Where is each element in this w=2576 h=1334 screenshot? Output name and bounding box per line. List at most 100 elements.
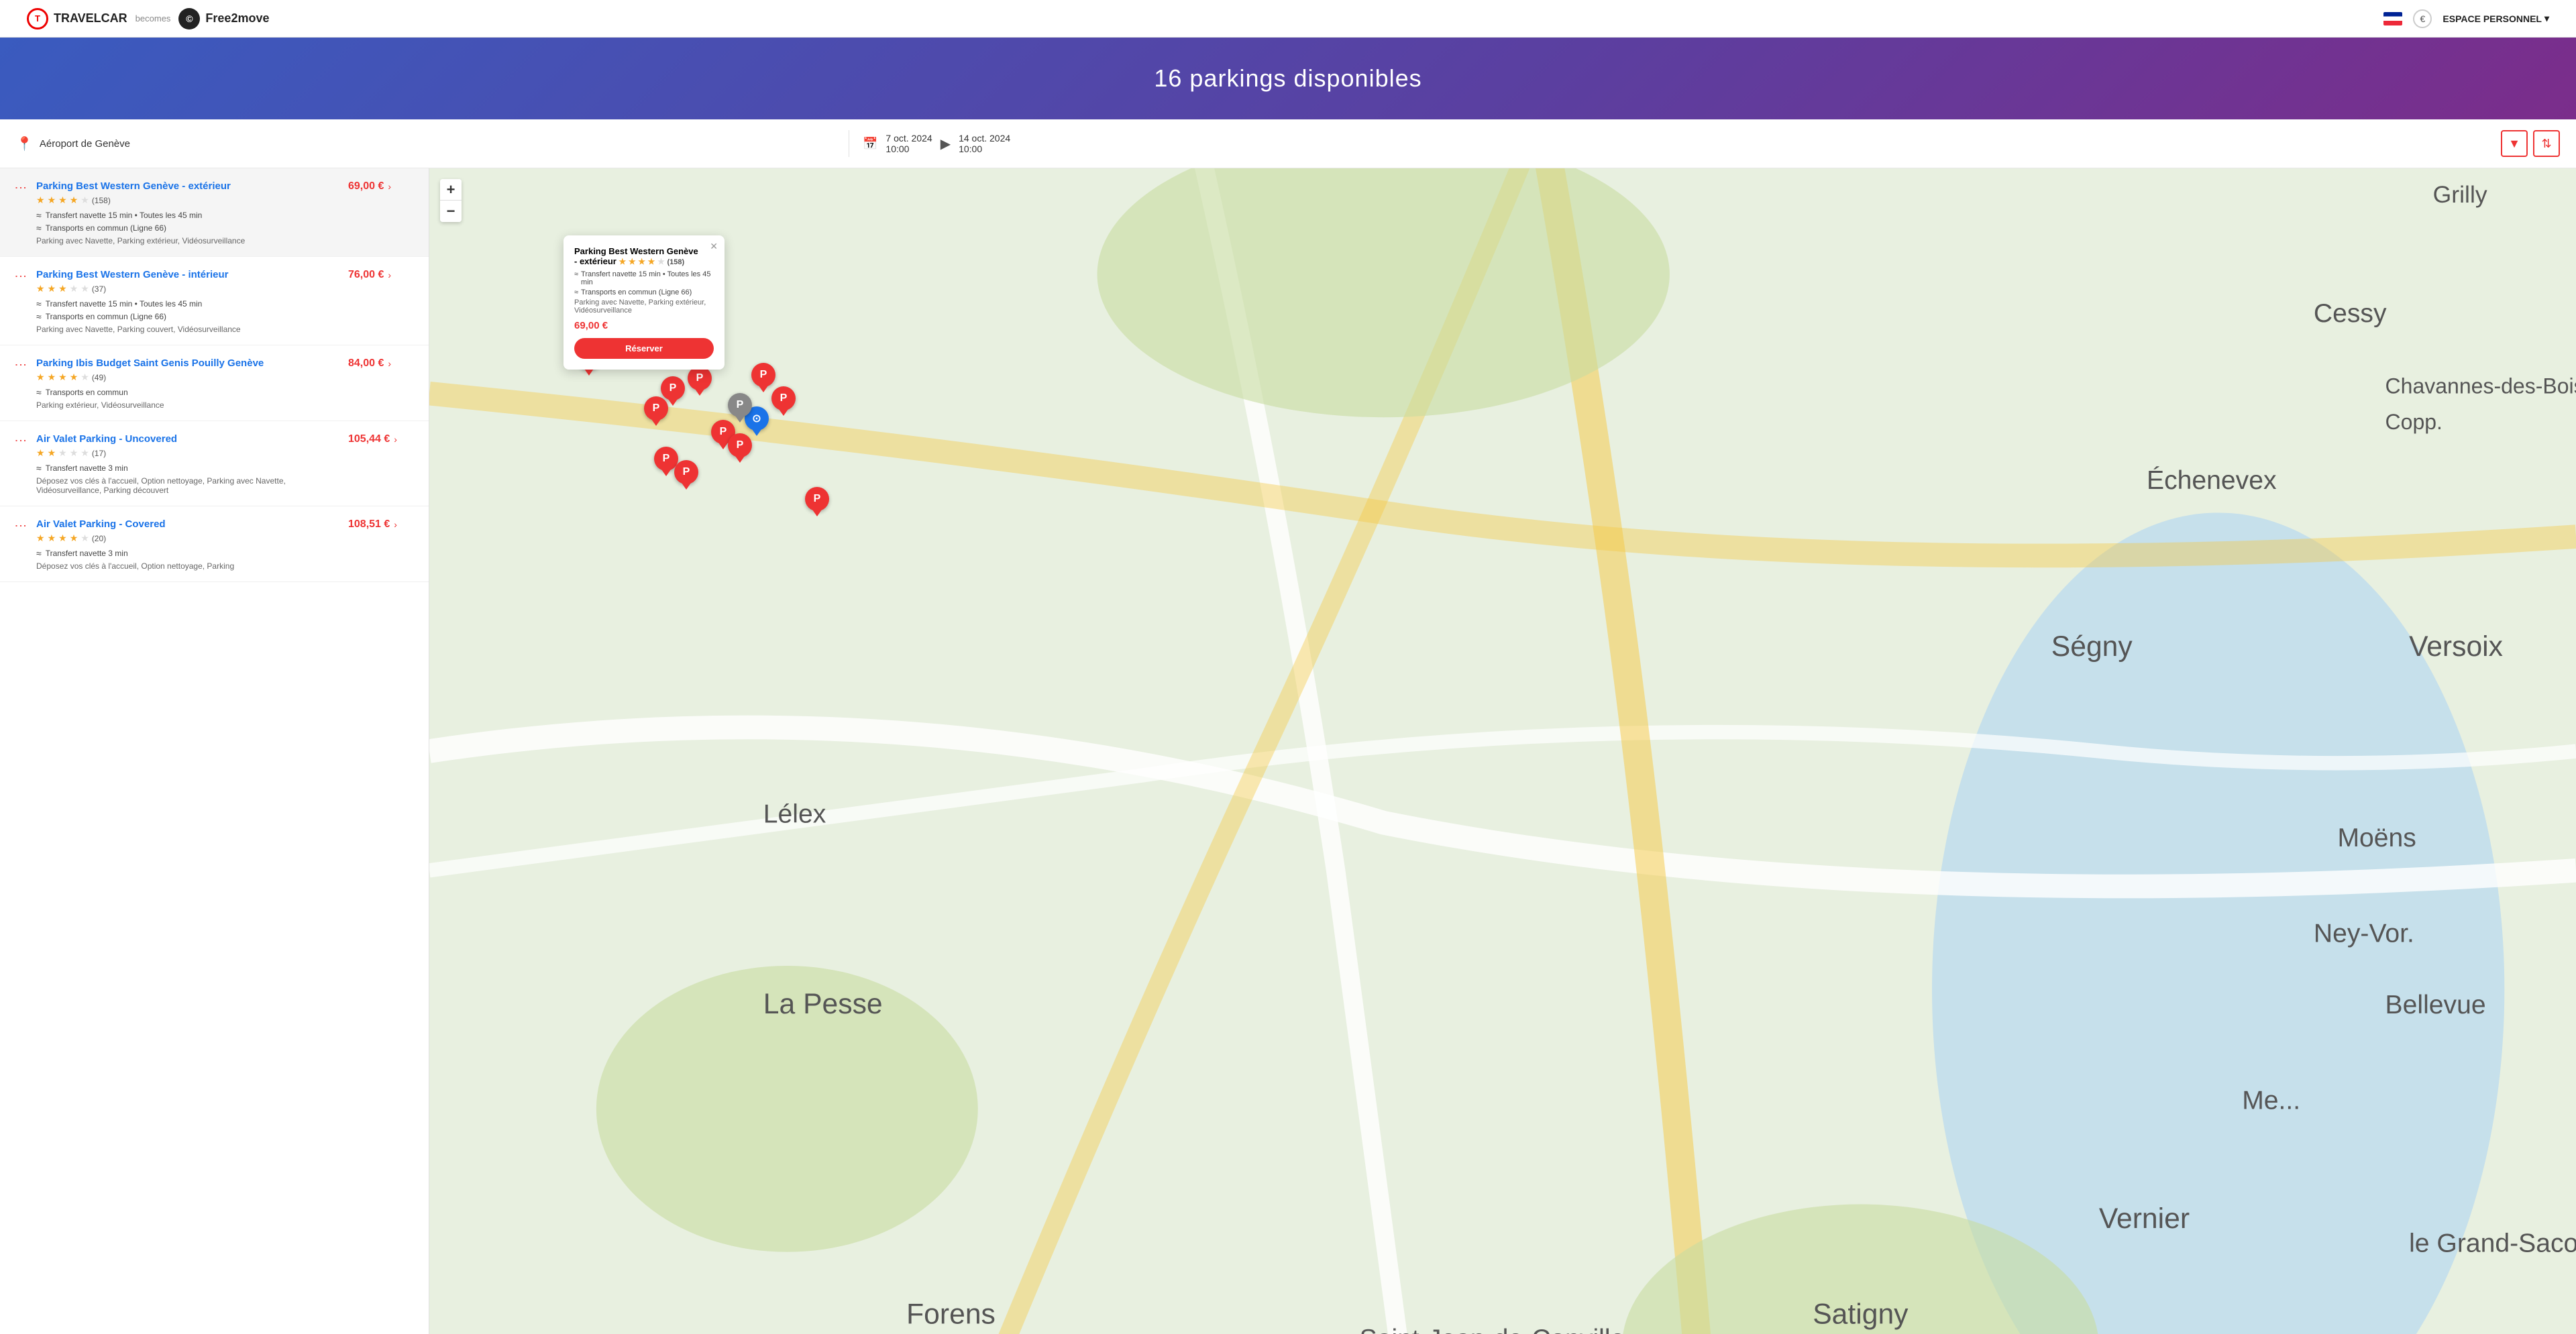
parking-name-link[interactable]: Parking Best Western Genève - intérieur bbox=[36, 269, 340, 280]
price-arrow-icon: › bbox=[388, 181, 391, 192]
svg-text:le Grand-Saconnex: le Grand-Saconnex bbox=[2409, 1229, 2576, 1258]
popup-close-button[interactable]: ✕ bbox=[710, 241, 718, 252]
parking-tags: Parking avec Navette, Parking couvert, V… bbox=[36, 325, 340, 334]
parking-tags: Déposez vos clés à l'accueil, Option net… bbox=[36, 561, 340, 571]
parking-item[interactable]: ⋮ Air Valet Parking - Covered ★ ★ ★ ★ ★ … bbox=[0, 506, 429, 582]
rating-stars: ★ ★ ★ ★ ★ (17) bbox=[36, 447, 340, 459]
map-pin[interactable]: P bbox=[688, 366, 712, 396]
parking-tags: Parking avec Navette, Parking extérieur,… bbox=[36, 236, 340, 245]
currency-badge[interactable]: € bbox=[2413, 9, 2432, 28]
filter-button[interactable]: ▼ bbox=[2501, 130, 2528, 157]
zoom-out-button[interactable]: − bbox=[440, 201, 462, 222]
parking-list: ⋮ Parking Best Western Genève - extérieu… bbox=[0, 168, 429, 1334]
rating-stars: ★ ★ ★ ★ ★ (49) bbox=[36, 372, 340, 383]
map-pin[interactable]: P bbox=[728, 433, 752, 463]
hero-banner: 16 parkings disponibles bbox=[0, 38, 2576, 119]
popup-parking-name: Parking Best Western Genève - extérieur … bbox=[574, 246, 714, 266]
pin-tail-blue bbox=[752, 429, 761, 436]
rating-stars: ★ ★ ★ ★ ★ (20) bbox=[36, 533, 340, 544]
price-arrow-icon: › bbox=[388, 270, 391, 280]
parking-name-link[interactable]: Air Valet Parking - Uncovered bbox=[36, 433, 340, 445]
date-start: 7 oct. 2024 bbox=[885, 133, 932, 144]
parking-item[interactable]: ⋮ Air Valet Parking - Uncovered ★ ★ ★ ★ … bbox=[0, 421, 429, 506]
transport-icon: ≈ bbox=[36, 311, 42, 322]
parking-name-link[interactable]: Air Valet Parking - Covered bbox=[36, 518, 340, 530]
map-pin[interactable]: P bbox=[771, 386, 796, 416]
star-2: ★ bbox=[48, 194, 56, 206]
svg-text:Chavannes-des-Bois: Chavannes-des-Bois bbox=[2385, 374, 2576, 398]
hero-title: 16 parkings disponibles bbox=[13, 64, 2563, 93]
map-popup: ✕ Parking Best Western Genève - extérieu… bbox=[564, 235, 724, 370]
three-dots-icon[interactable]: ⋮ bbox=[13, 433, 28, 445]
review-count: (20) bbox=[92, 534, 106, 543]
three-dots-icon[interactable]: ⋮ bbox=[13, 269, 28, 281]
star-4: ★ bbox=[70, 447, 78, 459]
star-2: ★ bbox=[48, 372, 56, 383]
svg-text:Grilly: Grilly bbox=[2433, 181, 2487, 208]
svg-text:Bellevue: Bellevue bbox=[2385, 991, 2486, 1019]
pin-tail bbox=[718, 443, 728, 449]
parking-info: Air Valet Parking - Covered ★ ★ ★ ★ ★ (2… bbox=[36, 518, 340, 571]
rating-stars: ★ ★ ★ ★ ★ (37) bbox=[36, 283, 340, 294]
price-section: 108,51 € › bbox=[348, 518, 415, 531]
parking-item[interactable]: ⋮ Parking Best Western Genève - intérieu… bbox=[0, 257, 429, 345]
calendar-icon: 📅 bbox=[863, 137, 877, 151]
f2m-icon: © bbox=[178, 8, 200, 30]
feature-shuttle: ≈ Transfert navette 15 min • Toutes les … bbox=[36, 210, 340, 221]
parking-item[interactable]: ⋮ Parking Best Western Genève - extérieu… bbox=[0, 168, 429, 257]
star-2: ★ bbox=[48, 447, 56, 459]
star-1: ★ bbox=[36, 194, 45, 206]
star-1: ★ bbox=[36, 283, 45, 294]
price: 108,51 € bbox=[348, 518, 390, 531]
sort-button[interactable]: ⇅ bbox=[2533, 130, 2560, 157]
popup-tags: Parking avec Navette, Parking extérieur,… bbox=[574, 298, 714, 315]
espace-perso-button[interactable]: ESPACE PERSONNEL ▾ bbox=[2443, 13, 2549, 24]
svg-text:Vernier: Vernier bbox=[2099, 1203, 2190, 1235]
feature-transport: ≈ Transports en commun bbox=[36, 387, 340, 398]
header-logos: T TRAVELCAR becomes © Free2move bbox=[27, 8, 269, 30]
shuttle-icon: ≈ bbox=[36, 298, 42, 309]
three-dots-icon[interactable]: ⋮ bbox=[13, 180, 28, 192]
feature-shuttle: ≈ Transfert navette 15 min • Toutes les … bbox=[36, 298, 340, 309]
price-arrow-icon: › bbox=[388, 358, 391, 369]
star-1: ★ bbox=[36, 372, 45, 383]
star-5: ★ bbox=[80, 283, 89, 294]
map-pin[interactable]: P bbox=[805, 487, 829, 516]
pin-tail bbox=[759, 386, 768, 392]
popup-feature-shuttle: ≈ Transfert navette 15 min • Toutes les … bbox=[574, 270, 714, 286]
pin-tail-gray bbox=[735, 416, 745, 423]
star-3: ★ bbox=[58, 283, 67, 294]
review-count: (49) bbox=[92, 373, 106, 382]
date-arrow-icon: ▶ bbox=[941, 135, 951, 152]
three-dots-icon[interactable]: ⋮ bbox=[13, 357, 28, 370]
feature-transport: ≈ Transports en commun (Ligne 66) bbox=[36, 311, 340, 322]
star-4: ★ bbox=[70, 194, 78, 206]
date-section: 📅 7 oct. 2024 10:00 ▶ 14 oct. 2024 10:00 bbox=[863, 133, 2501, 154]
date-start-block[interactable]: 7 oct. 2024 10:00 bbox=[885, 133, 932, 154]
star-5: ★ bbox=[80, 194, 89, 206]
reserve-button[interactable]: Réserver bbox=[574, 338, 714, 359]
map-pin-gray[interactable]: P bbox=[728, 393, 752, 423]
date-end-block[interactable]: 14 oct. 2024 10:00 bbox=[959, 133, 1010, 154]
svg-text:Versoix: Versoix bbox=[2409, 630, 2503, 663]
date-end: 14 oct. 2024 bbox=[959, 133, 1010, 144]
price-section: 69,00 € › bbox=[348, 180, 415, 192]
map-pin[interactable]: P bbox=[674, 460, 698, 490]
flag-icon[interactable] bbox=[2383, 12, 2402, 25]
parking-item[interactable]: ⋮ Parking Ibis Budget Saint Genis Pouill… bbox=[0, 345, 429, 421]
star-5: ★ bbox=[80, 533, 89, 544]
price: 76,00 € bbox=[348, 269, 384, 281]
location-selector[interactable]: 📍 Aéroport de Genève bbox=[16, 135, 835, 152]
zoom-in-button[interactable]: + bbox=[440, 179, 462, 201]
parking-name-link[interactable]: Parking Best Western Genève - extérieur bbox=[36, 180, 340, 192]
three-dots-icon[interactable]: ⋮ bbox=[13, 518, 28, 531]
star-2: ★ bbox=[48, 533, 56, 544]
pin-tail bbox=[695, 389, 704, 396]
price-section: 76,00 € › bbox=[348, 269, 415, 281]
map-pin[interactable]: P bbox=[644, 396, 668, 426]
svg-text:Moëns: Moëns bbox=[2337, 824, 2416, 852]
travelcar-logo: T TRAVELCAR bbox=[27, 8, 127, 30]
location-text: Aéroport de Genève bbox=[40, 138, 130, 150]
price: 69,00 € bbox=[348, 180, 384, 192]
parking-name-link[interactable]: Parking Ibis Budget Saint Genis Pouilly … bbox=[36, 357, 340, 369]
